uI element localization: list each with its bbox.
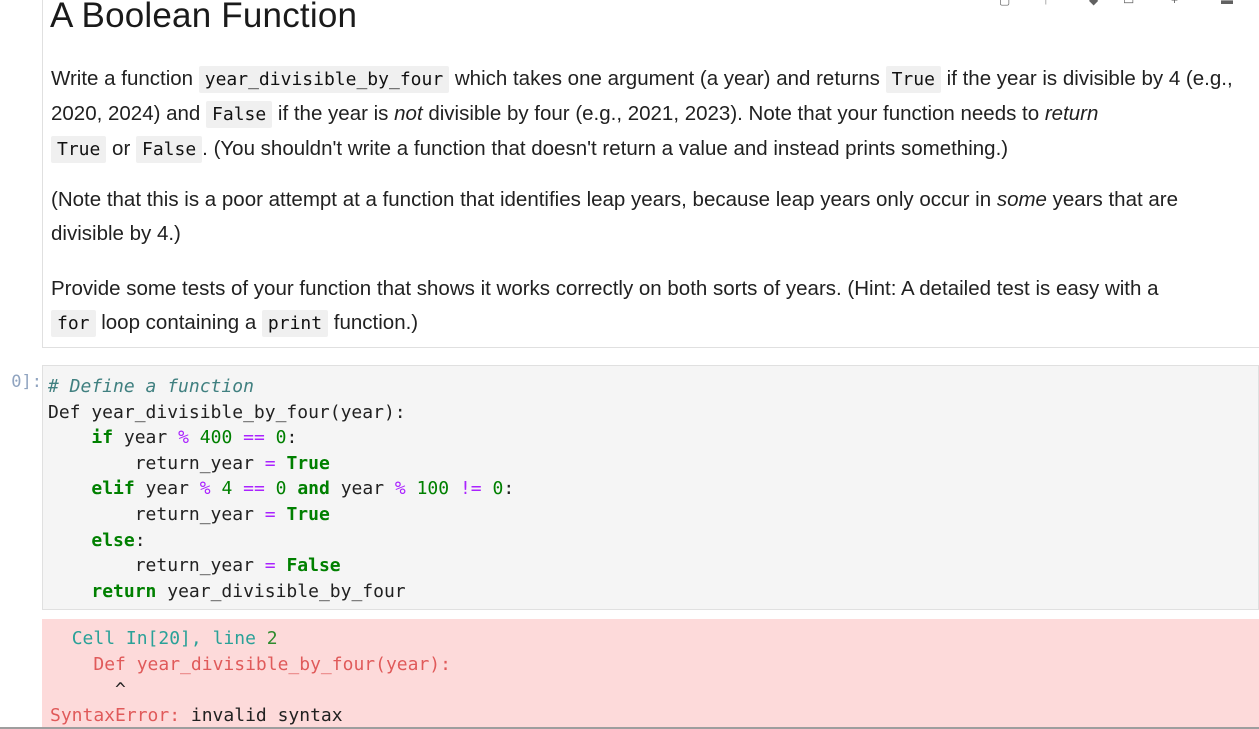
inline-code: for bbox=[51, 310, 96, 337]
emphasis: some bbox=[996, 188, 1047, 211]
code-editor[interactable]: # Define a function Def year_divisible_b… bbox=[48, 374, 514, 604]
error-traceback: Cell In[20], line 2 Def year_divisible_b… bbox=[50, 626, 451, 728]
inline-code: False bbox=[206, 101, 273, 128]
copy-icon[interactable]: ▢ bbox=[999, 0, 1010, 6]
keyword: and bbox=[297, 478, 330, 500]
error-message: invalid syntax bbox=[180, 704, 343, 726]
code-text: year bbox=[134, 478, 200, 500]
code-comment: # Define a function bbox=[48, 376, 254, 397]
number: 400 bbox=[199, 427, 233, 449]
keyword: return bbox=[91, 580, 157, 602]
code-text: year bbox=[113, 427, 179, 449]
insert-cell-icon[interactable]: ▭ bbox=[1123, 0, 1134, 6]
code-text: return_year bbox=[134, 555, 265, 577]
move-down-icon[interactable]: ◆ bbox=[1089, 0, 1098, 6]
number: 100 bbox=[416, 478, 450, 500]
keyword: elif bbox=[91, 478, 135, 500]
operator: = bbox=[264, 503, 276, 525]
operator: = bbox=[264, 452, 276, 474]
operator: % bbox=[178, 427, 189, 449]
text: function.) bbox=[328, 311, 419, 334]
code-text: year_divisible_by_four bbox=[156, 580, 406, 602]
code-text: return_year bbox=[134, 503, 265, 525]
number: 0 bbox=[275, 478, 287, 500]
code-text: year bbox=[329, 478, 395, 500]
error-type: SyntaxError: bbox=[50, 704, 181, 726]
keyword: False bbox=[286, 555, 341, 577]
code-text: return_year bbox=[134, 452, 265, 474]
text: loop containing a bbox=[95, 311, 262, 334]
code-text: : bbox=[134, 529, 146, 551]
inline-code: True bbox=[51, 136, 107, 163]
code-text: : bbox=[286, 427, 298, 449]
inline-code: year_divisible_by_four bbox=[198, 66, 450, 93]
number: 0 bbox=[275, 427, 287, 449]
text: Provide some tests of your function that… bbox=[51, 277, 1159, 300]
text: or bbox=[106, 137, 136, 160]
note-paragraph: (Note that this is a poor attempt at a f… bbox=[51, 183, 1241, 251]
inline-code: print bbox=[261, 310, 329, 337]
keyword: True bbox=[286, 503, 330, 525]
keyword: if bbox=[91, 427, 114, 449]
operator: = bbox=[264, 555, 276, 577]
error-line-number: 2 bbox=[266, 628, 278, 649]
move-up-icon[interactable]: ↑ bbox=[1043, 0, 1049, 6]
operator: % bbox=[199, 478, 211, 500]
number: 4 bbox=[221, 478, 233, 500]
keyword: True bbox=[286, 452, 330, 474]
number: 0 bbox=[492, 478, 504, 500]
instructions-paragraph: Write a function year_divisible_by_four … bbox=[51, 62, 1241, 167]
emphasis: return bbox=[1044, 102, 1099, 125]
text: (Note that this is a poor attempt at a f… bbox=[51, 188, 997, 211]
text: Write a function bbox=[51, 67, 199, 90]
code-text: : bbox=[503, 478, 515, 500]
operator: == bbox=[243, 478, 265, 500]
text: which takes one argument (a year) and re… bbox=[449, 67, 886, 90]
page-title: A Boolean Function bbox=[50, 0, 358, 35]
error-cell-label: Cell In[20], line bbox=[71, 628, 267, 649]
text: if the year is bbox=[272, 102, 395, 125]
keyword: else bbox=[91, 529, 135, 551]
emphasis: not bbox=[394, 102, 423, 125]
code-line: Def year_divisible_by_four(year): bbox=[48, 401, 406, 423]
tests-paragraph: Provide some tests of your function that… bbox=[51, 272, 1241, 341]
cell-toolbar: ▢ ↑ ◆ ▭ + ▬ bbox=[999, 0, 1259, 8]
text: . (You shouldn't write a function that d… bbox=[202, 137, 1009, 160]
cell-prompt: 0]: bbox=[11, 372, 42, 392]
text: divisible by four (e.g., 2021, 2023). No… bbox=[422, 102, 1045, 125]
error-caret: ^ bbox=[115, 679, 126, 701]
inline-code: False bbox=[135, 136, 203, 163]
delete-icon[interactable]: ▬ bbox=[1221, 0, 1233, 6]
error-code-line: Def year_divisible_by_four(year): bbox=[93, 653, 451, 675]
inline-code: True bbox=[885, 66, 941, 93]
operator: != bbox=[459, 478, 482, 500]
add-icon[interactable]: + bbox=[1171, 0, 1178, 6]
operator: % bbox=[394, 478, 406, 500]
operator: == bbox=[243, 427, 265, 449]
